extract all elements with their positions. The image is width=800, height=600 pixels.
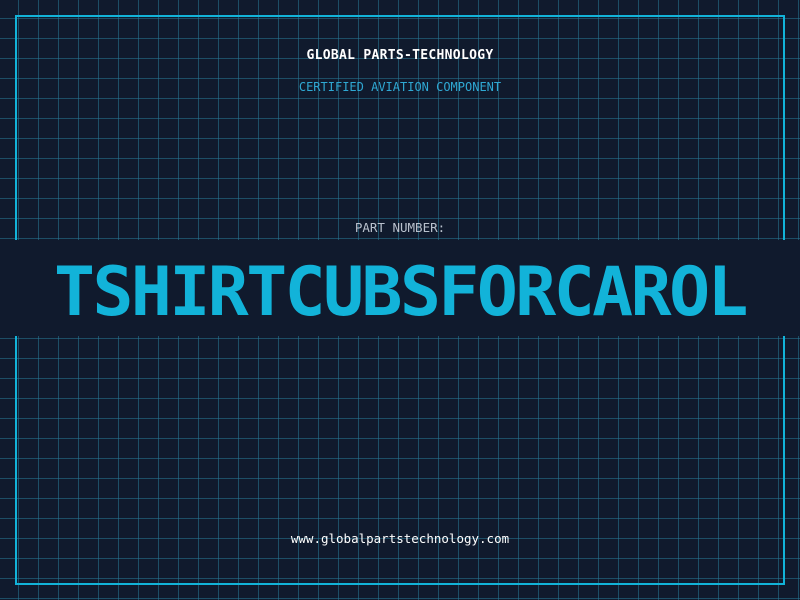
part-number-label: PART NUMBER: (354, 220, 446, 235)
website-url: www.globalpartstechnology.com (290, 531, 510, 546)
certificate-card: GLOBAL PARTS-TECHNOLOGY CERTIFIED AVIATI… (0, 0, 800, 600)
certification-subtitle: CERTIFIED AVIATION COMPONENT (298, 80, 502, 94)
brand-name: GLOBAL PARTS-TECHNOLOGY (306, 48, 494, 63)
part-number-value: TSHIRTCUBSFORCAROL (54, 258, 748, 328)
